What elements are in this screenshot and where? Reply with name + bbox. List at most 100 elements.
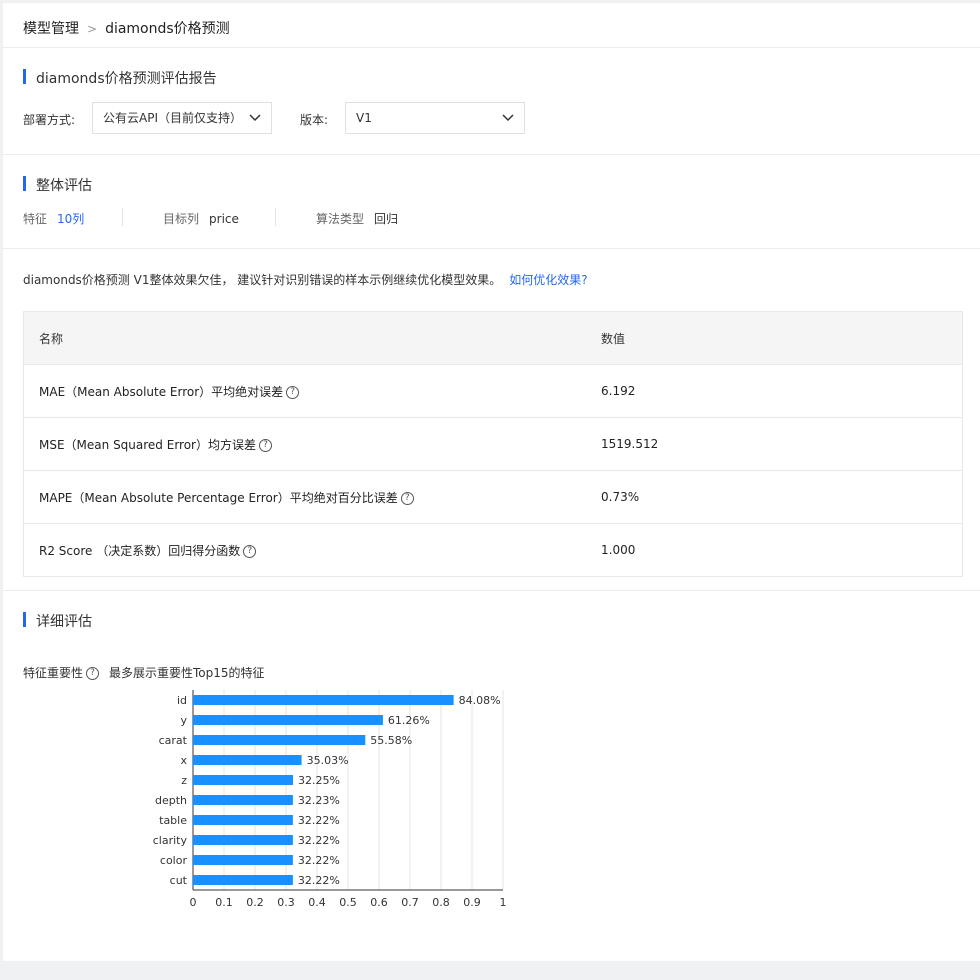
top-header: 模型管理 > diamonds价格预测: [3, 3, 980, 48]
breadcrumb-parent-link[interactable]: 模型管理: [23, 21, 79, 37]
bar: [193, 695, 454, 705]
metrics-table: 名称 数值 MAE（Mean Absolute Error）平均绝对误差? 6.…: [23, 311, 963, 577]
version-label: 版本:: [300, 113, 329, 127]
data-label: 55.58%: [370, 734, 412, 747]
category-label: clarity: [153, 834, 188, 847]
importance-subtitle: 最多展示重要性Top15的特征: [109, 666, 265, 680]
x-tick-label: 0: [190, 896, 197, 909]
data-label: 35.03%: [307, 754, 349, 767]
divider: [122, 208, 123, 226]
x-tick-label: 0.9: [463, 896, 481, 909]
detail-title: 详细评估: [23, 611, 92, 631]
table-row: MSE（Mean Squared Error）均方误差? 1519.512: [23, 417, 963, 471]
algorithm-type: 算法类型 回归: [316, 210, 398, 227]
metric-name: MAPE（Mean Absolute Percentage Error）平均绝对…: [39, 490, 398, 505]
algo-key: 算法类型: [316, 212, 365, 226]
x-tick-label: 0.7: [401, 896, 419, 909]
x-tick-label: 0.2: [246, 896, 264, 909]
bar: [193, 835, 293, 845]
column-header-name: 名称: [23, 311, 586, 365]
breadcrumb: 模型管理 > diamonds价格预测: [23, 18, 230, 38]
divider: [275, 208, 276, 226]
bar: [193, 755, 302, 765]
version-select-value: V1: [356, 111, 372, 125]
x-tick-label: 1: [500, 896, 507, 909]
category-label: z: [181, 774, 187, 787]
column-header-value: 数值: [586, 311, 963, 365]
category-label: cut: [170, 874, 188, 887]
deploy-select[interactable]: 公有云API（目前仅支持）: [92, 102, 272, 134]
data-label: 61.26%: [388, 714, 430, 727]
report-section: diamonds价格预测评估报告 部署方式: 公有云API（目前仅支持） 版本:…: [3, 48, 980, 155]
importance-label: 特征重要性: [23, 666, 84, 680]
metric-name-cell: R2 Score （决定系数）回归得分函数?: [24, 524, 587, 577]
data-label: 84.08%: [459, 694, 501, 707]
category-label: id: [177, 694, 187, 707]
data-label: 32.22%: [298, 814, 340, 827]
target-key: 目标列: [163, 212, 200, 226]
question-circle-icon[interactable]: ?: [400, 491, 414, 505]
bar: [193, 735, 366, 745]
table-row: MAPE（Mean Absolute Percentage Error）平均绝对…: [23, 470, 963, 524]
feature-count: 特征 10列: [23, 210, 84, 227]
metric-name-cell: MAPE（Mean Absolute Percentage Error）平均绝对…: [23, 470, 586, 524]
x-tick-label: 0.3: [277, 896, 295, 909]
optimize-help-link[interactable]: 如何优化效果?: [509, 273, 587, 287]
importance-header: 特征重要性? 最多展示重要性Top15的特征: [23, 664, 265, 681]
metric-name: MSE（Mean Squared Error）均方误差: [39, 437, 256, 452]
x-tick-label: 0.1: [215, 896, 233, 909]
advice-text: diamonds价格预测 V1整体效果欠佳， 建议针对识别错误的样本示例继续优化…: [23, 271, 588, 288]
metric-value: 1519.512: [586, 417, 963, 471]
target-column: 目标列 price: [163, 210, 239, 227]
metric-name-cell: MAE（Mean Absolute Error）平均绝对误差?: [23, 364, 586, 418]
question-circle-icon[interactable]: ?: [286, 385, 300, 399]
x-tick-label: 0.6: [370, 896, 388, 909]
feature-importance-chart: 0 0.1 0.2 0.3 0.4 0.5 0.6 0.7 0.8 0.9 1 id 84.08% y 61…: [153, 690, 507, 909]
page: 模型管理 > diamonds价格预测 diamonds价格预测评估报告 部署方式:…: [3, 3, 980, 961]
metric-value: 0.73%: [586, 470, 963, 524]
metric-name: MAE（Mean Absolute Error）平均绝对误差: [39, 384, 284, 399]
bar: [193, 795, 293, 805]
chevron-down-icon: [249, 114, 261, 122]
bar: [193, 715, 383, 725]
deploy-label: 部署方式:: [23, 113, 76, 127]
breadcrumb-current: diamonds价格预测: [105, 21, 230, 37]
feature-count-link[interactable]: 10列: [57, 212, 84, 226]
question-circle-icon[interactable]: ?: [86, 667, 100, 680]
category-label: carat: [159, 734, 188, 747]
advice-message: diamonds价格预测 V1整体效果欠佳， 建议针对识别错误的样本示例继续优化…: [23, 273, 502, 287]
feature-key: 特征: [23, 212, 48, 226]
chevron-down-icon: [502, 114, 514, 122]
data-label: 32.25%: [298, 774, 340, 787]
question-circle-icon[interactable]: ?: [243, 544, 257, 558]
bar: [193, 815, 293, 825]
bar: [193, 855, 293, 865]
metrics-section: diamonds价格预测 V1整体效果欠佳， 建议针对识别错误的样本示例继续优化…: [3, 249, 980, 591]
category-label: color: [160, 854, 188, 867]
data-label: 32.22%: [298, 874, 340, 887]
category-label: y: [180, 714, 187, 727]
deploy-select-value: 公有云API（目前仅支持）: [103, 111, 242, 125]
bar: [193, 775, 293, 785]
data-label: 32.22%: [298, 854, 340, 867]
data-label: 32.22%: [298, 834, 340, 847]
table-header-row: 名称 数值: [23, 311, 963, 365]
category-label: table: [159, 814, 187, 827]
detail-section: 详细评估 特征重要性? 最多展示重要性Top15的特征 0 0.1 0.2 0.3 0.4…: [3, 591, 980, 961]
version-select[interactable]: V1: [345, 102, 525, 134]
x-tick-label: 0.5: [339, 896, 357, 909]
category-label: x: [180, 754, 187, 767]
metric-name: R2 Score （决定系数）回归得分函数: [39, 543, 241, 558]
overall-title: 整体评估: [23, 175, 92, 195]
data-label: 32.23%: [298, 794, 340, 807]
x-tick-label: 0.8: [432, 896, 450, 909]
question-circle-icon[interactable]: ?: [259, 438, 272, 452]
metric-name-cell: MSE（Mean Squared Error）均方误差?: [23, 417, 586, 471]
metric-value: 6.192: [586, 364, 963, 418]
metric-value: 1.000: [601, 543, 636, 557]
bar: [193, 875, 293, 885]
x-tick-label: 0.4: [308, 896, 326, 909]
table-row: MAE（Mean Absolute Error）平均绝对误差? 6.192: [23, 364, 963, 418]
target-value: price: [209, 212, 239, 226]
category-label: depth: [155, 794, 187, 807]
